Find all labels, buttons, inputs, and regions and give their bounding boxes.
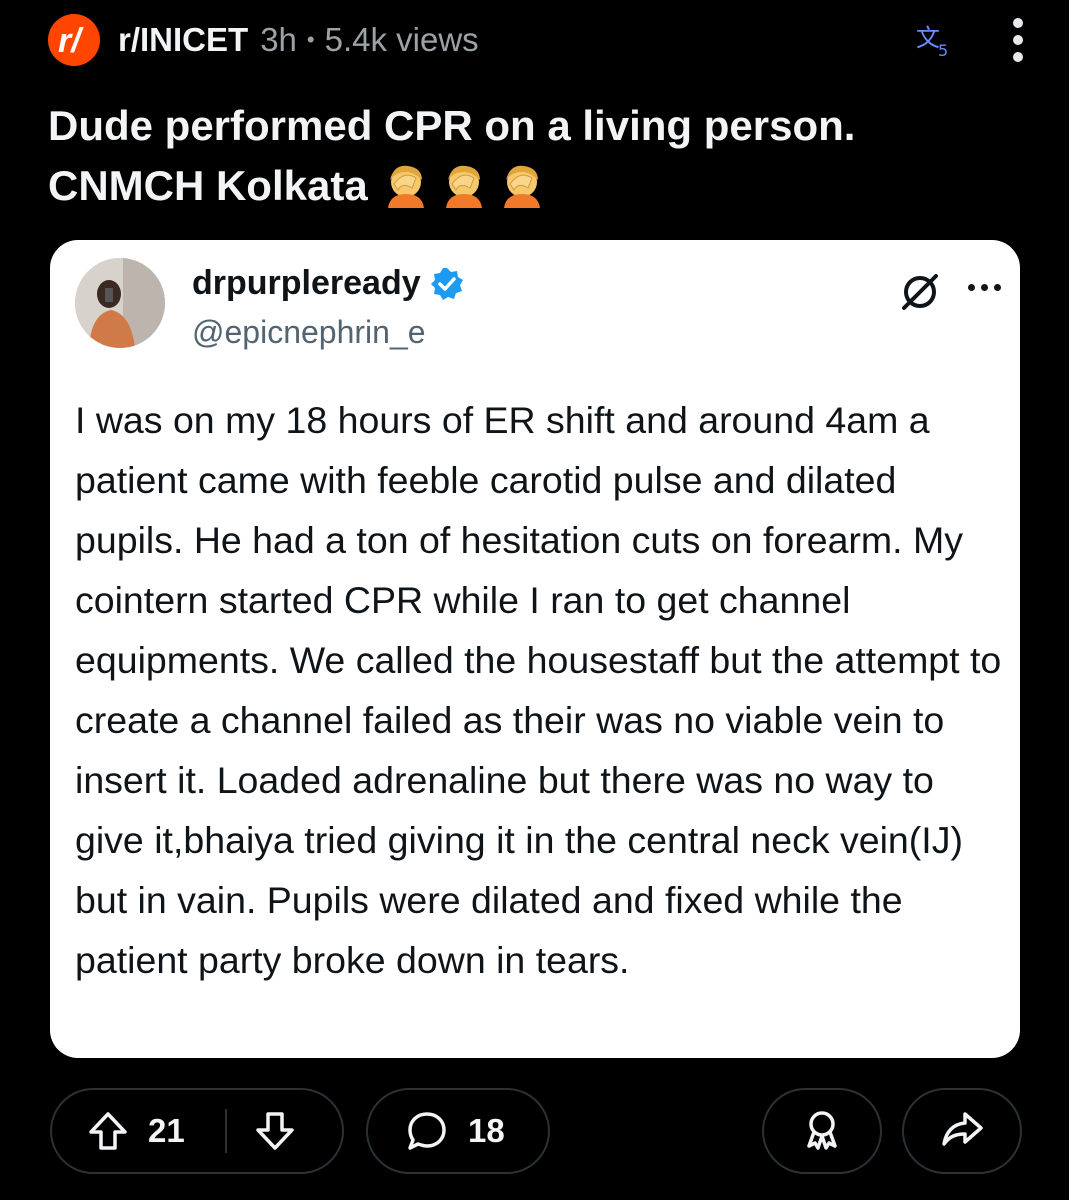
display-name-text: drpurpleready bbox=[192, 264, 421, 302]
vote-controls: 21 bbox=[50, 1088, 344, 1174]
reddit-r-logo-icon[interactable]: r/ bbox=[48, 14, 100, 66]
tweet-handle[interactable]: @epicnephrin_e bbox=[192, 314, 426, 351]
header-actions: 文 5 bbox=[912, 14, 1028, 66]
post-screen: r/ r/INICET 3h • 5.4k views 文 5 Dude perfo… bbox=[0, 0, 1069, 1200]
share-button[interactable] bbox=[902, 1088, 1022, 1174]
more-icon[interactable] bbox=[968, 280, 1008, 294]
upvote-arrow-icon[interactable] bbox=[86, 1109, 130, 1153]
post-age: 3h bbox=[260, 21, 297, 58]
post-meta: 3h • 5.4k views bbox=[260, 21, 478, 59]
comment-count: 18 bbox=[468, 1112, 505, 1149]
avatar bbox=[75, 258, 165, 348]
grok-icon[interactable] bbox=[898, 270, 942, 314]
comments-button[interactable]: 18 bbox=[366, 1088, 550, 1174]
post-views: 5.4k views bbox=[324, 21, 479, 58]
verified-badge-icon bbox=[429, 266, 465, 302]
comment-bubble-icon bbox=[404, 1108, 450, 1154]
facepalm-emoji bbox=[445, 165, 482, 208]
title-emojis bbox=[384, 162, 546, 208]
award-icon bbox=[799, 1106, 845, 1157]
facepalm-emoji bbox=[503, 165, 540, 208]
meta-separator: • bbox=[306, 27, 315, 52]
kebab-menu-icon[interactable] bbox=[1008, 14, 1028, 66]
downvote-arrow-icon[interactable] bbox=[253, 1109, 297, 1153]
tweet-card[interactable]: drpurpleready @epicnephrin_e I was on my… bbox=[50, 240, 1020, 1058]
translate-icon[interactable]: 文 5 bbox=[912, 18, 956, 62]
svg-text:文: 文 bbox=[916, 24, 940, 52]
tweet-display-name[interactable]: drpurpleready bbox=[192, 264, 465, 303]
facepalm-emoji bbox=[387, 165, 424, 208]
upvote-count: 21 bbox=[148, 1112, 185, 1149]
post-header: r/ r/INICET 3h • 5.4k views 文 5 bbox=[48, 14, 1028, 66]
svg-text:5: 5 bbox=[938, 41, 948, 60]
award-button[interactable] bbox=[762, 1088, 882, 1174]
vote-divider bbox=[224, 1109, 227, 1153]
tweet-text: I was on my 18 hours of ER shift and aro… bbox=[75, 399, 1002, 981]
post-title[interactable]: Dude performed CPR on a living person. C… bbox=[48, 96, 1008, 216]
svg-text:r/: r/ bbox=[58, 22, 84, 60]
share-arrow-icon bbox=[939, 1106, 985, 1157]
subreddit-name[interactable]: r/INICET bbox=[118, 21, 248, 59]
